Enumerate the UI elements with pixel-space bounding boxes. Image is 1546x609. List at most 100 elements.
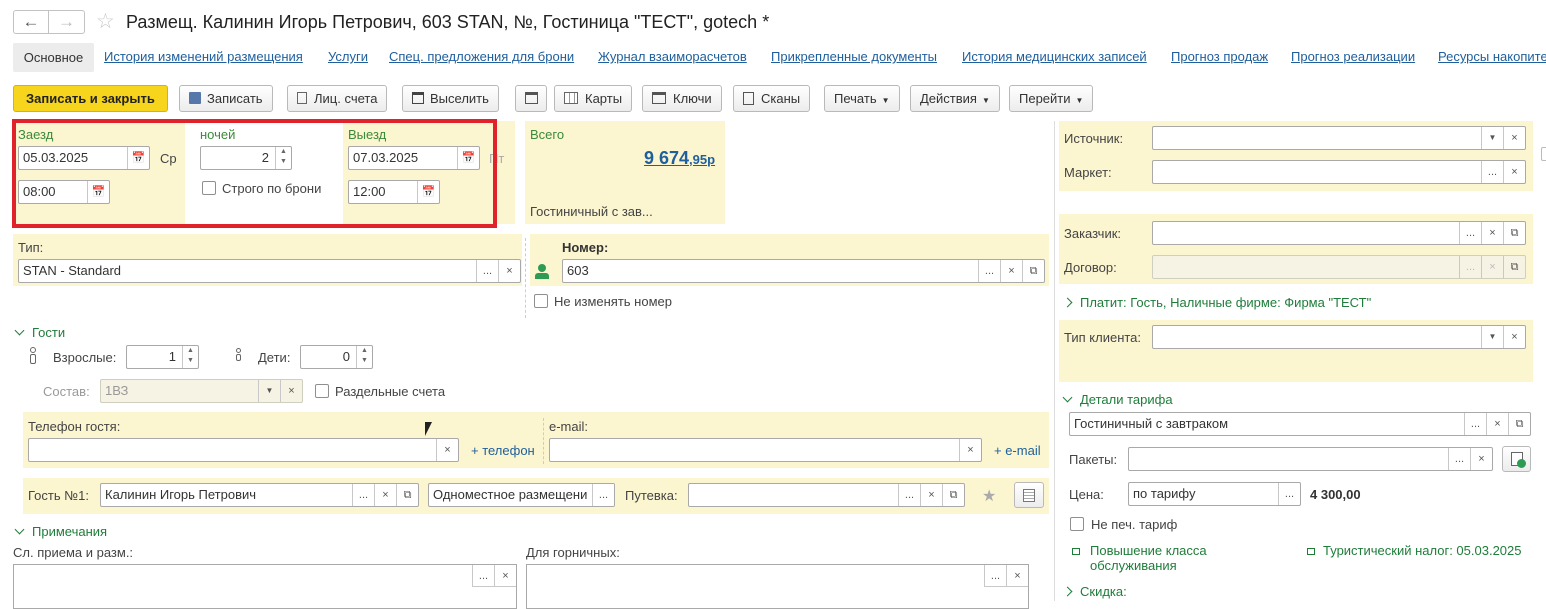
more-icon[interactable]: ... [1459,256,1481,278]
room-number-input[interactable]: 603... × ⧉ [562,259,1045,283]
source-input[interactable]: ▼ × [1152,126,1526,150]
notes-group-header[interactable]: Примечания [14,524,107,539]
scans-button[interactable]: Сканы [733,85,811,112]
window-button[interactable] [515,85,547,112]
open-icon[interactable]: ⧉ [1503,256,1525,278]
stepper-icon[interactable]: ▲ ▼ [182,346,198,368]
clear-icon[interactable]: × [374,484,396,506]
clear-icon[interactable]: × [920,484,942,506]
clear-icon[interactable]: × [1006,565,1028,587]
chevron-down-icon[interactable]: ▼ [1481,326,1503,348]
tab-history[interactable]: История изменений размещения [104,49,303,64]
clear-icon[interactable]: × [498,260,520,282]
add-phone-link[interactable]: + телефон [471,443,535,458]
favorite-star-icon[interactable]: ★ [982,486,996,506]
forward-button[interactable]: → [49,10,85,34]
tab-resources[interactable]: Ресурсы накопите [1438,49,1546,64]
payer-group-header[interactable]: Платит: Гость, Наличные фирме: Фирма "ТЕ… [1062,295,1371,310]
more-icon[interactable]: ... [978,260,1000,282]
stepper-icon[interactable]: ▲ ▼ [356,346,372,368]
email-input[interactable]: × [549,438,982,462]
open-icon[interactable]: ⧉ [396,484,418,506]
clear-icon[interactable]: × [1000,260,1022,282]
clear-icon[interactable]: × [1486,413,1508,435]
favorite-star-icon[interactable]: ☆ [96,9,115,34]
clear-icon[interactable]: × [1470,448,1492,470]
more-icon[interactable]: ... [1448,448,1470,470]
save-button[interactable]: Записать [179,85,273,112]
maids-notes-textarea[interactable]: ... × [526,564,1029,609]
clear-icon[interactable]: × [280,380,302,402]
tourist-tax-link[interactable]: Туристический налог: 05.03.2025 [1307,543,1522,558]
more-icon[interactable]: ... [592,484,614,506]
print-menu-button[interactable]: Печать ▼ [824,85,900,112]
customer-input[interactable]: ... × ⧉ [1152,221,1526,245]
keys-button[interactable]: Ключи [642,85,722,112]
more-icon[interactable]: ... [1459,222,1481,244]
discount-group-header[interactable]: Скидка: [1062,584,1127,599]
accommodation-input[interactable]: Одноместное размещени... [428,483,615,507]
chevron-down-icon[interactable]: ▼ [1481,127,1503,149]
accounts-button[interactable]: Лиц. счета [287,85,388,112]
tab-settlements[interactable]: Журнал взаиморасчетов [598,49,747,64]
tariff-group-header[interactable]: Детали тарифа [1062,392,1173,407]
open-icon[interactable]: ⧉ [1503,222,1525,244]
more-icon[interactable]: ... [1278,483,1300,505]
open-icon[interactable]: ⧉ [942,484,964,506]
scroll-edge-button[interactable] [1541,147,1546,161]
phone-input[interactable]: × [28,438,459,462]
contract-input[interactable]: ... × ⧉ [1152,255,1526,279]
more-icon[interactable]: ... [352,484,374,506]
tab-special-offers[interactable]: Спец. предложения для брони [389,49,574,64]
more-icon[interactable]: ... [476,260,498,282]
children-input[interactable]: 0 ▲ ▼ [300,345,373,369]
room-type-input[interactable]: STAN - Standard... × [18,259,521,283]
tab-services[interactable]: Услуги [328,49,368,64]
checkout-button[interactable]: Выселить [402,85,499,112]
clear-icon[interactable]: × [1503,326,1525,348]
tab-sales-forecast[interactable]: Прогноз продаж [1171,49,1268,64]
add-email-link[interactable]: + e-mail [994,443,1041,458]
clear-icon[interactable]: × [1481,256,1503,278]
goto-menu-button[interactable]: Перейти ▼ [1009,85,1094,112]
chevron-down-icon[interactable]: ▼ [258,380,280,402]
clear-icon[interactable]: × [436,439,458,461]
actions-menu-button[interactable]: Действия ▼ [910,85,1000,112]
clear-icon[interactable]: × [1503,127,1525,149]
clear-icon[interactable]: × [494,565,516,587]
back-button[interactable]: ← [13,10,49,34]
total-amount[interactable]: 9 674,95р [644,148,715,169]
adults-input[interactable]: 1 ▲ ▼ [126,345,199,369]
packages-input[interactable]: ... × [1128,447,1493,471]
open-icon[interactable]: ⧉ [1508,413,1530,435]
composition-input[interactable]: 1ВЗ ▼ × [100,379,303,403]
room-person-icon[interactable] [535,264,549,280]
more-icon[interactable]: ... [898,484,920,506]
clear-icon[interactable]: × [1481,222,1503,244]
tab-realization-forecast[interactable]: Прогноз реализации [1291,49,1415,64]
cards-button[interactable]: Карты [554,85,633,112]
more-icon[interactable]: ... [984,565,1006,587]
clear-icon[interactable]: × [1503,161,1525,183]
save-close-button[interactable]: Записать и закрыть [13,85,168,112]
clear-icon[interactable]: × [959,439,981,461]
no-print-tariff-checkbox[interactable] [1070,517,1084,531]
tariff-input[interactable]: Гостиничный с завтраком... × ⧉ [1069,412,1531,436]
more-icon[interactable]: ... [472,565,494,587]
guest-card-button[interactable] [1014,482,1044,508]
voucher-input[interactable]: ... × ⧉ [688,483,965,507]
guest1-input[interactable]: Калинин Игорь Петрович... × ⧉ [100,483,419,507]
guests-group-header[interactable]: Гости [14,325,65,340]
reception-notes-textarea[interactable]: ... × [13,564,517,609]
tab-documents[interactable]: Прикрепленные документы [771,49,937,64]
more-icon[interactable]: ... [1481,161,1503,183]
add-package-button[interactable] [1502,446,1531,472]
more-icon[interactable]: ... [1464,413,1486,435]
separate-accounts-checkbox[interactable] [315,384,329,398]
open-icon[interactable]: ⧉ [1022,260,1044,282]
no-change-room-checkbox[interactable] [534,294,548,308]
client-type-input[interactable]: ▼ × [1152,325,1526,349]
market-input[interactable]: ... × [1152,160,1526,184]
price-mode-input[interactable]: по тарифу... [1128,482,1301,506]
upgrade-link[interactable]: Повышение класса обслуживания [1072,543,1222,573]
